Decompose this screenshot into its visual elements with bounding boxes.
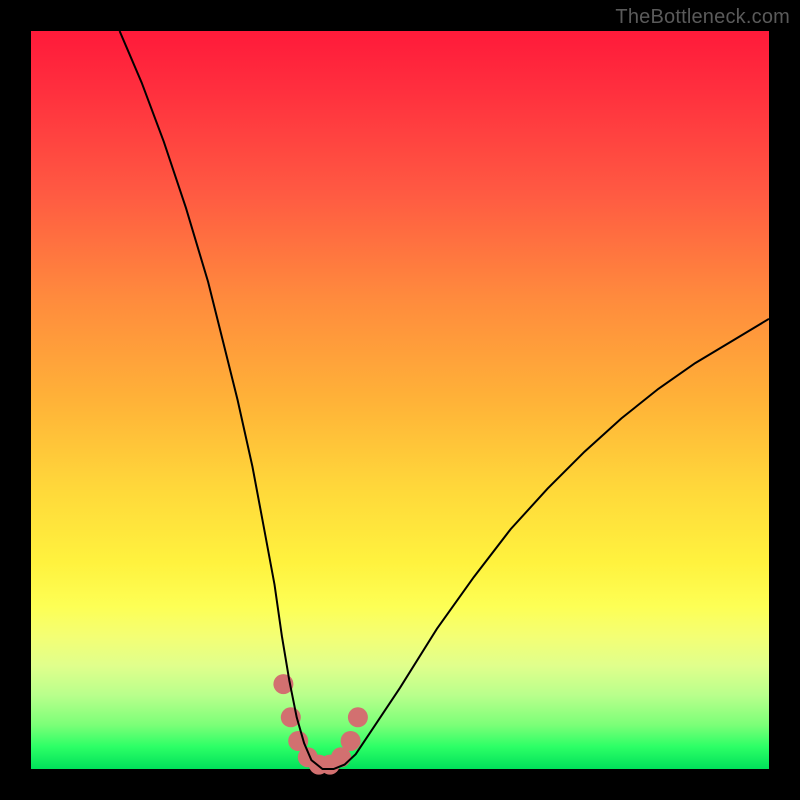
chart-frame: TheBottleneck.com: [0, 0, 800, 800]
bottleneck-curve: [120, 31, 769, 769]
chart-svg: [31, 31, 769, 769]
watermark-text: TheBottleneck.com: [615, 6, 790, 29]
highlight-dot: [341, 731, 361, 751]
highlight-dot: [348, 707, 368, 727]
highlight-dots-group: [273, 674, 368, 775]
